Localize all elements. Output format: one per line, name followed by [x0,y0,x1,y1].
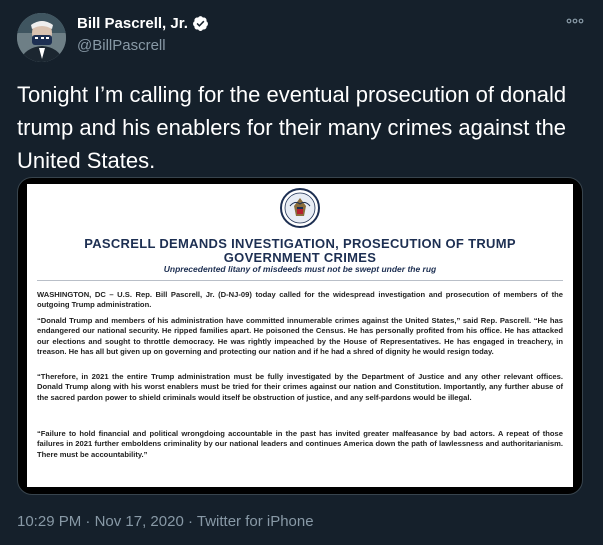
tweet-time[interactable]: 10:29 PM [17,513,81,530]
document-subtitle: Unprecedented litany of misdeeds must no… [163,264,437,274]
document-divider [37,280,563,281]
avatar[interactable] [17,13,66,62]
document-title-line1: PASCRELL DEMANDS INVESTIGATION, PROSECUT… [84,236,516,251]
document-paragraph: “Donald Trump and members of his adminis… [37,316,563,357]
tweet-date[interactable]: Nov 17, 2020 [95,513,184,530]
tweet-text: Tonight I’m calling for the eventual pro… [17,82,567,173]
tweet-image[interactable]: PASCRELL DEMANDS INVESTIGATION, PROSECUT… [17,177,583,495]
more-options-button[interactable] [564,13,586,29]
press-release-document: PASCRELL DEMANDS INVESTIGATION, PROSECUT… [27,184,573,487]
document-paragraph: “Therefore, in 2021 the entire Trump adm… [37,372,563,402]
tweet-source[interactable]: Twitter for iPhone [197,513,314,530]
separator: · [183,513,197,530]
document-paragraph: “Failure to hold financial and political… [37,429,563,459]
verified-badge-icon [192,16,208,31]
profile-photo-icon [17,13,66,62]
separator: · [81,513,95,530]
document-paragraph: WASHINGTON, DC – U.S. Rep. Bill Pascrell… [37,290,563,310]
author-name[interactable]: Bill Pascrell, Jr. [77,15,188,32]
tweet-metadata: 10:29 PM · Nov 17, 2020 · Twitter for iP… [17,513,314,530]
more-options-icon [566,18,584,24]
congressional-seal-icon [280,188,320,228]
document-title-line2: GOVERNMENT CRIMES [223,250,377,265]
author-handle[interactable]: @BillPascrell [77,37,166,54]
author-name-row[interactable]: Bill Pascrell, Jr. [77,15,209,32]
